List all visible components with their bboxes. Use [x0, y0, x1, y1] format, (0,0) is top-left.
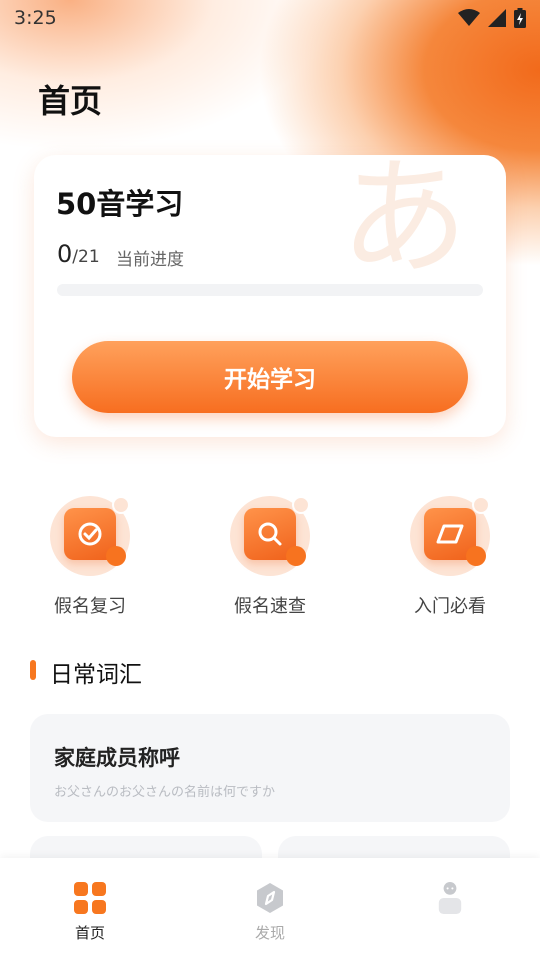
section-title: 日常词汇 [50, 662, 142, 688]
status-icons [458, 8, 526, 28]
quick-action-kana-lookup[interactable]: 假名速查 [200, 496, 340, 617]
kana-review-icon-wrap [50, 496, 130, 576]
quick-action-beginner-guide[interactable]: 入门必看 [380, 496, 520, 617]
card-title: 50音学习 [56, 187, 184, 221]
tab-discover[interactable]: 发现 [180, 858, 360, 960]
battery-icon [514, 8, 526, 28]
quick-action-label: 假名复习 [54, 596, 126, 617]
progress-bar [57, 284, 483, 296]
wifi-icon [458, 9, 480, 26]
grid-icon [74, 882, 106, 914]
tab-profile[interactable] [360, 858, 540, 960]
quick-action-kana-review[interactable]: 假名复习 [20, 496, 160, 617]
kana-lookup-icon-wrap [230, 496, 310, 576]
hiragana-watermark: あ [339, 144, 468, 293]
vocab-card-title: 家庭成员称呼 [54, 746, 180, 770]
status-bar: 3:25 [0, 0, 540, 36]
quick-action-label: 入门必看 [414, 596, 486, 617]
quick-action-label: 假名速查 [234, 596, 306, 617]
icon-corner [106, 546, 126, 566]
cell-signal-icon [488, 9, 506, 27]
kana-study-card: あ 50音学习 0/21 当前进度 开始学习 [34, 155, 506, 437]
icon-corner [466, 546, 486, 566]
bottom-tab-bar: 首页 发现 [0, 858, 540, 960]
vocab-card-subtitle: お父さんのお父さんの名前は何ですか [54, 785, 276, 800]
progress-total: /21 [72, 247, 100, 267]
progress-count: 0/21 [57, 240, 100, 268]
page-title: 首页 [38, 82, 103, 120]
status-time: 3:25 [14, 7, 57, 29]
section-accent-bar [30, 660, 36, 680]
progress-current: 0 [57, 240, 73, 268]
tab-home-label: 首页 [74, 924, 105, 942]
progress-label: 当前进度 [116, 250, 184, 270]
beginner-guide-icon-wrap [410, 496, 490, 576]
start-learning-button[interactable]: 开始学习 [72, 341, 468, 413]
profile-icon [438, 882, 462, 914]
tab-home[interactable]: 首页 [0, 858, 180, 960]
icon-dot [112, 496, 130, 514]
icon-corner [286, 546, 306, 566]
vocab-card-family[interactable]: 家庭成员称呼 お父さんのお父さんの名前は何ですか [30, 714, 510, 822]
icon-dot [292, 496, 310, 514]
compass-icon [257, 883, 283, 913]
icon-dot [472, 496, 490, 514]
tab-discover-label: 发现 [254, 924, 285, 942]
